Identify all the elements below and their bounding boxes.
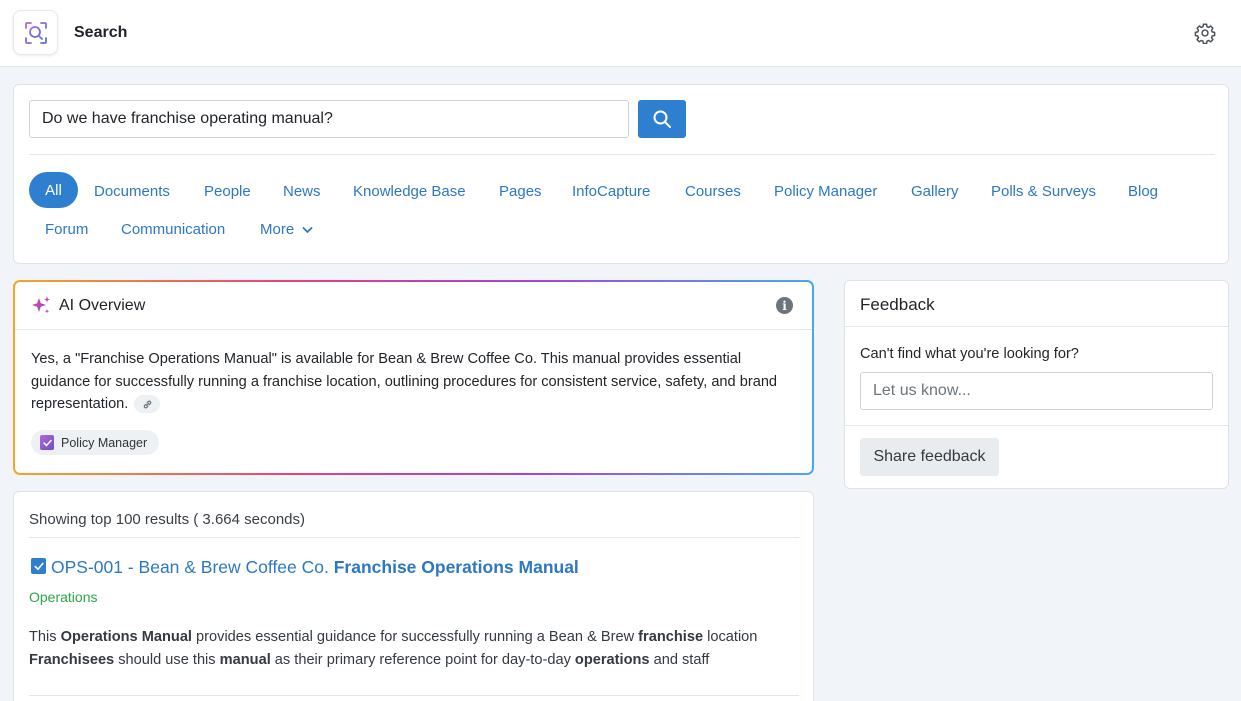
tab-more[interactable]: More: [260, 221, 313, 238]
source-label: Policy Manager: [61, 435, 148, 450]
result-snippet: This Operations Manual provides essentia…: [29, 626, 809, 671]
citation-link[interactable]: [134, 395, 161, 414]
tab-infocapture[interactable]: InfoCapture: [572, 183, 650, 200]
divider: [29, 695, 799, 696]
ai-overview-panel: AI Overview i Yes, a "Franchise Operatio…: [13, 280, 814, 475]
page-title: Search: [74, 24, 128, 41]
ai-overview-title: AI Overview: [59, 297, 146, 314]
tab-communication[interactable]: Communication: [121, 221, 225, 238]
tab-blog[interactable]: Blog: [1128, 183, 1158, 200]
snippet-highlight: operations: [574, 651, 650, 668]
snippet-text: location: [703, 629, 758, 645]
snippet-text: and staff: [649, 651, 710, 668]
snippet-text: provides essential guidance for successf…: [192, 629, 639, 645]
result-title-bold: Franchise Operations Manual: [333, 557, 579, 577]
share-feedback-button[interactable]: Share feedback: [860, 438, 999, 476]
tab-more-label: More: [260, 221, 295, 238]
ai-overview-header: AI Overview i: [15, 282, 812, 330]
tab-policy-manager[interactable]: Policy Manager: [774, 183, 877, 200]
policy-manager-icon: [40, 435, 54, 450]
feedback-title: Feedback: [860, 295, 935, 314]
snippet-highlight: Operations Manual: [60, 629, 192, 645]
snippet-line: This Operations Manual provides essentia…: [29, 626, 809, 649]
chevron-down-icon: [302, 226, 313, 233]
snippet-highlight: manual: [219, 651, 271, 668]
feedback-panel: Feedback Can't find what you're looking …: [844, 280, 1229, 489]
snippet-text: This: [29, 629, 61, 645]
feedback-header: Feedback: [845, 281, 1228, 327]
search-panel: All Documents People News Knowledge Base…: [13, 84, 1229, 264]
search-input[interactable]: [29, 100, 629, 138]
tab-polls-surveys[interactable]: Polls & Surveys: [991, 183, 1096, 200]
info-icon[interactable]: i: [776, 297, 793, 314]
search-scan-icon[interactable]: [13, 10, 58, 55]
ai-overview-text: Yes, a "Franchise Operations Manual" is …: [31, 348, 801, 416]
snippet-line: Franchisees should use this manual as th…: [29, 649, 809, 672]
snippet-text: as their primary reference point for day…: [270, 651, 575, 668]
tab-all[interactable]: All: [29, 172, 78, 208]
divider: [845, 425, 1228, 426]
result-title-link[interactable]: OPS-001 - Bean & Brew Coffee Co. Franchi…: [51, 557, 579, 578]
top-bar: Search: [0, 0, 1241, 67]
feedback-prompt: Can't find what you're looking for?: [860, 346, 1079, 362]
search-button[interactable]: [638, 100, 686, 138]
tab-documents[interactable]: Documents: [94, 183, 170, 200]
tab-news[interactable]: News: [283, 183, 321, 200]
tab-forum[interactable]: Forum: [45, 221, 88, 238]
divider: [29, 154, 1215, 155]
divider: [29, 537, 799, 538]
result-category[interactable]: Operations: [29, 589, 97, 605]
snippet-highlight: franchise: [638, 629, 704, 645]
link-icon: [143, 400, 152, 409]
gear-icon[interactable]: [1192, 20, 1218, 46]
tab-pages[interactable]: Pages: [499, 183, 542, 200]
source-chip[interactable]: Policy Manager: [31, 430, 160, 455]
tab-gallery[interactable]: Gallery: [911, 183, 959, 200]
result-title-plain: OPS-001 - Bean & Brew Coffee Co.: [51, 557, 334, 577]
feedback-input[interactable]: [860, 372, 1213, 410]
tab-people[interactable]: People: [204, 183, 251, 200]
results-panel: Showing top 100 results ( 3.664 seconds)…: [13, 491, 814, 701]
sparkle-icon: [32, 296, 50, 314]
tab-courses[interactable]: Courses: [685, 183, 741, 200]
search-icon: [653, 110, 671, 128]
snippet-text: should use this: [114, 651, 220, 668]
policy-check-icon: [31, 558, 46, 574]
snippet-highlight: Franchisees: [29, 651, 115, 668]
tab-knowledge-base[interactable]: Knowledge Base: [353, 183, 466, 200]
results-summary: Showing top 100 results ( 3.664 seconds): [29, 511, 305, 528]
